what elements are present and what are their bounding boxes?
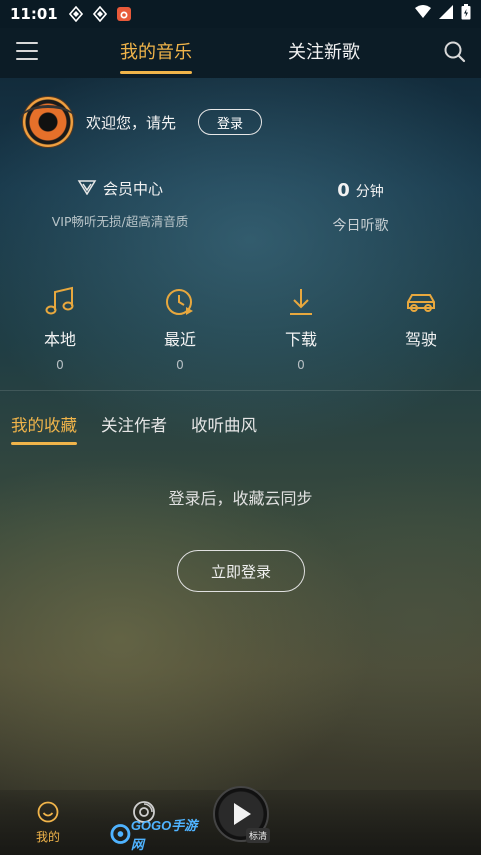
welcome-text: 欢迎您，请先 [86, 113, 177, 132]
vip-title-text: 会员中心 [102, 180, 163, 198]
camera-app-icon [116, 6, 132, 22]
watermark-circle-icon [110, 824, 131, 844]
quick-drive[interactable]: 驾驶 [371, 286, 471, 350]
tab-my-music[interactable]: 我的音乐 [120, 38, 192, 74]
hamburger-menu-icon[interactable] [16, 42, 38, 62]
quick-recent[interactable]: 最近 0 [130, 286, 230, 372]
empty-state-message: 登录后，收藏云同步 [168, 489, 313, 508]
subtab-my-favorites[interactable]: 我的收藏 [11, 412, 77, 445]
status-time: 11:01 [10, 5, 58, 23]
quick-local[interactable]: 本地 0 [10, 286, 110, 372]
play-icon [234, 803, 251, 825]
bottom-tab-mine[interactable]: 我的 [26, 800, 70, 845]
listen-minutes: 0 [337, 180, 350, 201]
vip-center[interactable]: 会员中心 VIP畅听无损/超高清音质 [0, 178, 240, 230]
quick-download-label: 下载 [284, 330, 317, 349]
login-now-button[interactable]: 立即登录 [177, 550, 305, 592]
app-notify-icon-2 [92, 6, 108, 22]
smile-face-icon [36, 800, 60, 824]
watermark-logo: GOGO手游网 [110, 818, 206, 852]
vip-subtitle: VIP畅听无损/超高清音质 [51, 214, 189, 229]
vip-icon [77, 179, 97, 199]
listen-unit: 分钟 [355, 184, 384, 200]
top-nav: 我的音乐 关注新歌 [0, 28, 481, 78]
quick-local-count: 0 [56, 358, 64, 372]
vip-title: 会员中心 [77, 178, 163, 199]
quick-recent-count: 0 [176, 358, 184, 372]
listen-time-block: 0 分钟 今日听歌 [240, 180, 481, 235]
clock-play-icon [162, 286, 198, 318]
listen-time-label: 今日听歌 [332, 218, 389, 234]
download-icon [283, 286, 319, 318]
avatar[interactable] [19, 96, 77, 148]
search-icon[interactable] [443, 40, 467, 64]
bottom-tab-mine-label: 我的 [35, 830, 60, 844]
quick-download-count: 0 [297, 358, 305, 372]
quick-local-label: 本地 [43, 330, 76, 349]
quick-recent-label: 最近 [163, 330, 196, 349]
login-button[interactable]: 登录 [198, 109, 263, 135]
quality-badge[interactable]: 标清 [246, 828, 271, 843]
wifi-icon [415, 5, 431, 23]
music-note-icon [42, 286, 78, 318]
section-divider [0, 390, 481, 391]
tab-follow-new-songs[interactable]: 关注新歌 [288, 38, 360, 64]
car-icon [403, 286, 439, 318]
user-row: 欢迎您，请先 登录 [19, 96, 263, 148]
watermark-text: GOGO手游网 [130, 818, 198, 852]
subtab-followed-authors[interactable]: 关注作者 [101, 412, 167, 436]
signal-icon [439, 5, 453, 23]
battery-icon [461, 4, 471, 24]
subtab-listening-genres[interactable]: 收听曲风 [191, 412, 257, 436]
app-notify-icon-1 [68, 6, 84, 22]
listen-time-value: 0 分钟 [240, 180, 481, 201]
quick-download[interactable]: 下载 0 [251, 286, 351, 372]
quick-drive-label: 驾驶 [404, 330, 437, 349]
status-bar: 11:01 [0, 0, 481, 28]
